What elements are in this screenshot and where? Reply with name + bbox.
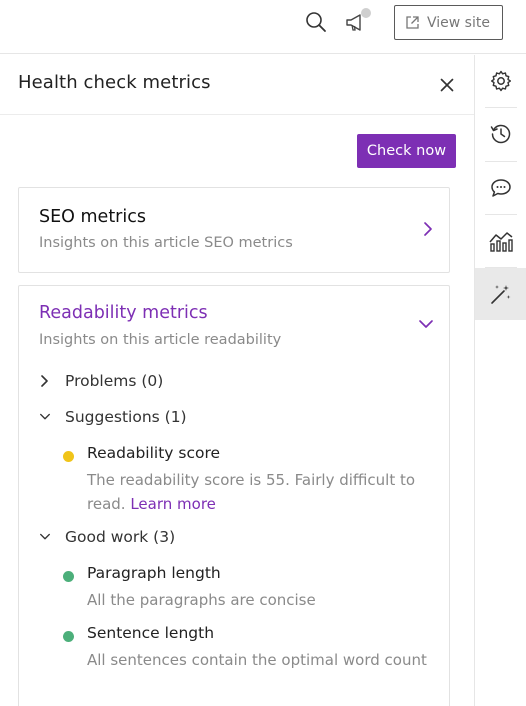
readability-metrics-card: Readability metrics Insights on this art… [18, 285, 450, 706]
item-description: The readability score is 55. Fairly diff… [87, 468, 432, 516]
seo-metrics-title: SEO metrics [39, 207, 146, 227]
magic-wand-icon[interactable] [475, 268, 526, 320]
item-title: Readability score [87, 444, 221, 462]
notification-dot [361, 8, 371, 18]
chevron-right-icon [424, 222, 432, 236]
chevron-down-icon [39, 530, 51, 544]
learn-more-link[interactable]: Learn more [130, 495, 216, 513]
chevron-right-icon [39, 374, 51, 388]
good-work-toggle[interactable]: Good work (3) [39, 528, 175, 546]
chevron-down-icon [39, 410, 51, 424]
warning-status-dot [63, 451, 74, 462]
seo-metrics-card[interactable]: SEO metrics Insights on this article SEO… [18, 187, 450, 273]
search-icon[interactable] [303, 9, 329, 35]
good-work-item-paragraph-length: Paragraph length All the paragraphs are … [63, 564, 433, 614]
item-description: All the paragraphs are concise [87, 591, 316, 609]
close-icon[interactable] [437, 75, 457, 95]
good-work-item-sentence-length: Sentence length All sentences contain th… [63, 624, 433, 696]
top-bar: View site [0, 0, 526, 54]
comment-icon[interactable] [475, 162, 526, 214]
suggestions-label: Suggestions (1) [65, 408, 187, 426]
panel-title: Health check metrics [18, 72, 211, 93]
success-status-dot [63, 631, 74, 642]
readability-metrics-title: Readability metrics [39, 303, 208, 323]
health-check-panel: Health check metrics Check now SEO metri… [0, 55, 474, 706]
item-title: Paragraph length [87, 564, 221, 582]
history-icon[interactable] [475, 108, 526, 160]
check-now-button[interactable]: Check now [357, 134, 456, 168]
right-rail [474, 55, 526, 706]
view-site-label: View site [427, 14, 490, 31]
item-description: All sentences contain the optimal word c… [87, 651, 427, 669]
problems-label: Problems (0) [65, 372, 164, 390]
good-work-label: Good work (3) [65, 528, 176, 546]
suggestions-toggle[interactable]: Suggestions (1) [39, 408, 187, 426]
readability-metrics-subtitle: Insights on this article readability [39, 332, 282, 348]
seo-metrics-subtitle: Insights on this article SEO metrics [39, 235, 293, 251]
chevron-down-icon[interactable] [417, 317, 435, 331]
external-link-icon [406, 16, 419, 29]
gear-icon[interactable] [475, 55, 526, 107]
success-status-dot [63, 571, 74, 582]
view-site-button[interactable]: View site [394, 5, 503, 40]
analytics-icon[interactable] [475, 215, 526, 267]
panel-header: Health check metrics [0, 55, 474, 115]
suggestion-item-readability-score: Readability score The readability score … [63, 444, 433, 516]
problems-toggle[interactable]: Problems (0) [39, 372, 163, 390]
item-title: Sentence length [87, 624, 215, 642]
megaphone-icon[interactable] [343, 8, 371, 35]
